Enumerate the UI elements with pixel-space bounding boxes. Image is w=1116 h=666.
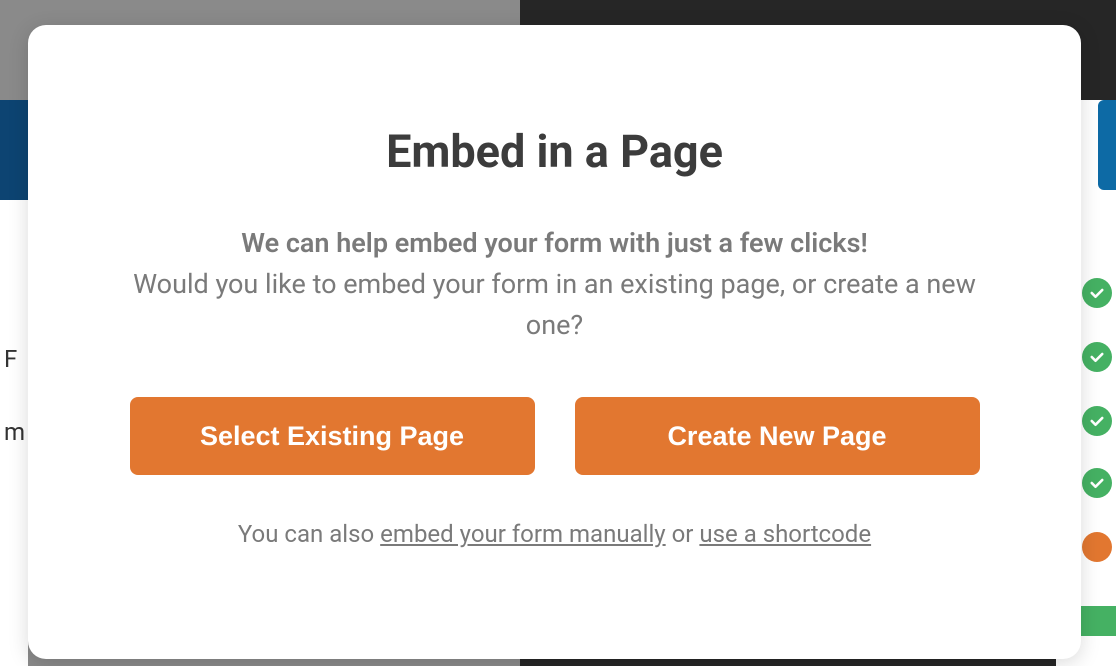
check-icon: [1082, 342, 1112, 372]
button-row: Select Existing Page Create New Page: [128, 397, 981, 475]
bg-blue-left: [0, 100, 28, 200]
bg-blue-button-fragment: [1098, 100, 1116, 190]
check-icon: [1082, 406, 1112, 436]
modal-subtitle: We can help embed your form with just a …: [241, 223, 867, 264]
status-circle-icon: [1082, 532, 1112, 562]
bg-text-fragment-1: F: [4, 345, 17, 373]
modal-title: Embed in a Page: [386, 125, 723, 178]
check-icon: [1082, 468, 1112, 498]
bg-text-fragment-2: m: [4, 418, 25, 446]
bg-green-strip: [1076, 606, 1116, 636]
modal-description: Would you like to embed your form in an …: [128, 264, 981, 348]
select-existing-page-button[interactable]: Select Existing Page: [130, 397, 535, 475]
check-icon: [1082, 278, 1112, 308]
footer-middle: or: [666, 520, 700, 548]
use-shortcode-link[interactable]: use a shortcode: [699, 520, 871, 548]
footer-prefix: You can also: [238, 520, 380, 548]
embed-modal: Embed in a Page We can help embed your f…: [28, 25, 1081, 659]
bg-white-left: F m: [0, 200, 28, 666]
modal-footer: You can also embed your form manually or…: [238, 520, 871, 548]
create-new-page-button[interactable]: Create New Page: [575, 397, 980, 475]
embed-manually-link[interactable]: embed your form manually: [380, 520, 665, 548]
